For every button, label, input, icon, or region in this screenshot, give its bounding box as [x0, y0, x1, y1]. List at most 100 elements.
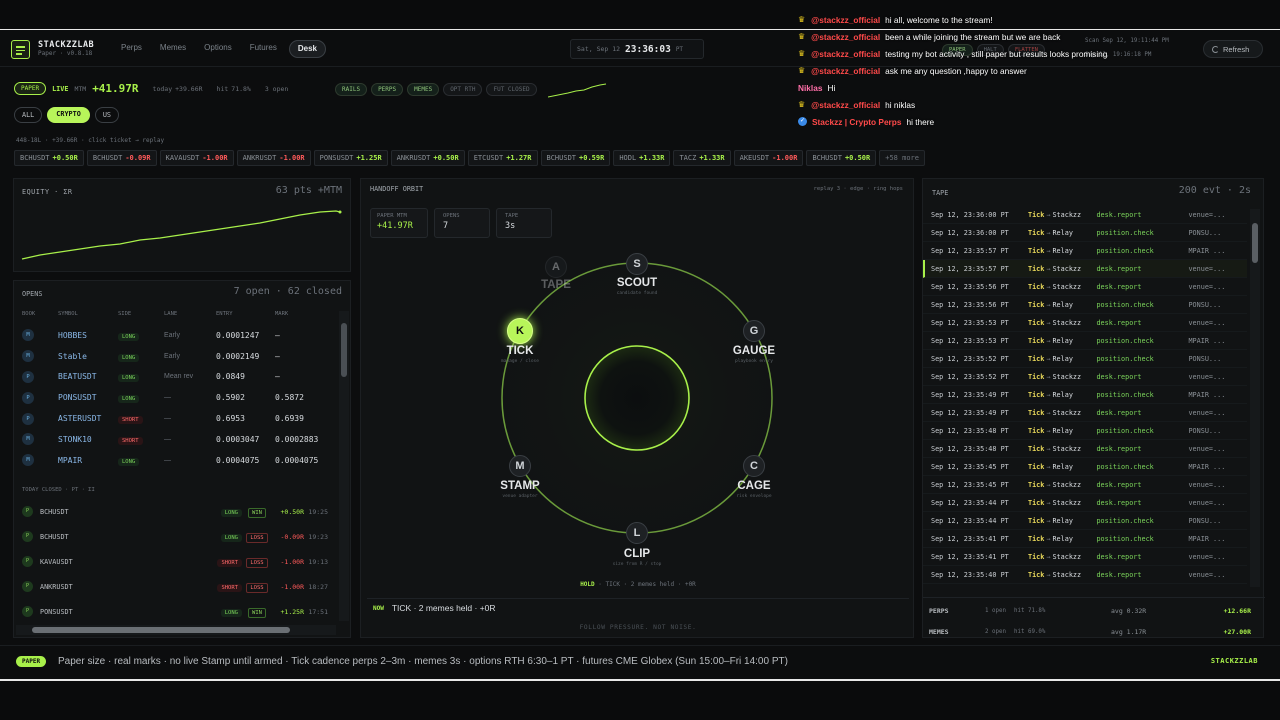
tape-row[interactable]: Sep 12, 23:35:48 PT Tick → Stackzz desk.repo… — [923, 440, 1247, 458]
closed-symbol: KAVAUSDT — [40, 557, 73, 566]
chat-username[interactable]: @stackzz_official — [811, 15, 880, 25]
tab-options[interactable]: Options — [198, 40, 238, 58]
ticker-chip[interactable]: BCHUSDT +0.50R — [14, 150, 84, 166]
row-symbol[interactable]: Stable — [58, 352, 118, 361]
tape-scrollbar[interactable] — [1250, 209, 1260, 587]
tape-row[interactable]: Sep 12, 23:35:53 PT Tick → Stackzz desk.repo… — [923, 314, 1247, 332]
tape-row[interactable]: Sep 12, 23:35:56 PT Tick → Stackzz desk.repo… — [923, 278, 1247, 296]
closed-row[interactable]: P KAVAUSDT SHORT LOSS -1.00R 19:13 — [22, 549, 338, 574]
tape-row[interactable]: Sep 12, 23:35:57 PT Tick → Stackzz desk.repo… — [923, 260, 1247, 278]
tab-perps[interactable]: Perps — [115, 40, 148, 58]
table-row[interactable]: M Stable LONG Early 0.0002149 — — [22, 346, 342, 367]
table-row[interactable]: M STONK10 SHORT — 0.0003047 0.0002883 — [22, 429, 342, 450]
table-row[interactable]: M MPAIR LONG — 0.0004075 0.0004075 — [22, 450, 342, 471]
chat-text: been a while joining the stream but we a… — [885, 31, 1061, 42]
table-row[interactable]: M HOBBES LONG Early 0.0001247 — — [22, 325, 342, 346]
row-symbol[interactable]: HOBBES — [58, 331, 118, 340]
tape-row[interactable]: Sep 12, 23:35:52 PT Tick → Stackzz desk.repo… — [923, 368, 1247, 386]
node-cage[interactable]: C — [743, 455, 765, 477]
filter-all[interactable]: ALL — [14, 107, 43, 123]
closed-row[interactable]: P BCHUSDT LONG WIN +0.50R 19:25 — [22, 499, 338, 524]
chat-username[interactable]: Niklas — [798, 83, 822, 93]
tab-desk[interactable]: Desk — [288, 40, 326, 58]
tape-row[interactable]: Sep 12, 23:35:41 PT Tick → Stackzz desk.repo… — [923, 548, 1247, 566]
node-gauge[interactable]: G — [743, 320, 765, 342]
table-row[interactable]: P BEATUSDT LONG Mean rev 0.0849 — — [22, 367, 342, 388]
book-letter: P — [22, 506, 33, 517]
filter-crypto[interactable]: CRYPTO — [47, 107, 90, 123]
tape-row[interactable]: Sep 12, 23:35:56 PT Tick → Relay position.ch… — [923, 296, 1247, 314]
tab-memes[interactable]: Memes — [154, 40, 192, 58]
tape-row[interactable]: Sep 12, 23:35:45 PT Tick → Stackzz desk.repo… — [923, 476, 1247, 494]
node-tape[interactable]: A — [545, 256, 567, 278]
filter-us[interactable]: US — [94, 107, 120, 123]
row-symbol[interactable]: STONK10 — [58, 435, 118, 444]
tape-row[interactable]: Sep 12, 23:35:40 PT Tick → Stackzz desk.repo… — [923, 566, 1247, 584]
ticker-chip[interactable]: KAVAUSDT -1.00R — [159, 150, 234, 166]
node-tick[interactable]: K — [507, 318, 533, 344]
node-clip[interactable]: L — [626, 522, 648, 544]
tape-venue: venue=... — [1188, 408, 1226, 417]
tape-row[interactable]: Sep 12, 23:36:00 PT Tick → Relay position.ch… — [923, 224, 1247, 242]
chat-username[interactable]: Stackzz | Crypto Perps — [812, 117, 901, 127]
tape-row[interactable]: Sep 12, 23:35:49 PT Tick → Stackzz desk.repo… — [923, 404, 1247, 422]
side-badge: LONG — [118, 332, 140, 341]
chip-rails[interactable]: RAILS — [335, 83, 368, 96]
tape-row[interactable]: Sep 12, 23:35:49 PT Tick → Relay position.ch… — [923, 386, 1247, 404]
chat-text: hi there — [906, 116, 935, 127]
node-stamp[interactable]: M — [509, 455, 531, 477]
row-symbol[interactable]: BEATUSDT — [58, 372, 118, 381]
node-scout[interactable]: S — [626, 253, 648, 275]
tape-row[interactable]: Sep 12, 23:35:45 PT Tick → Relay position.ch… — [923, 458, 1247, 476]
closed-row[interactable]: P BCHUSDT LONG LOSS -0.09R 19:23 — [22, 524, 338, 549]
row-symbol[interactable]: ASTERUSDT — [58, 414, 118, 423]
tape-row[interactable]: Sep 12, 23:36:00 PT Tick → Stackzz desk.repo… — [923, 206, 1247, 224]
tape-time: Sep 12, 23:35:53 PT — [931, 318, 1009, 327]
tape-time: Sep 12, 23:35:56 PT — [931, 282, 1009, 291]
tape-arrow: → — [1046, 480, 1051, 489]
chat-username[interactable]: @stackzz_official — [811, 66, 880, 76]
chip-memes[interactable]: MEMES — [407, 83, 440, 96]
ticker-chip[interactable]: HODL +1.33R — [613, 150, 671, 166]
tape-row[interactable]: Sep 12, 23:35:53 PT Tick → Relay position.ch… — [923, 332, 1247, 350]
ticker-chip[interactable]: ANKRUSDT -1.00R — [236, 150, 311, 166]
ticker-chip[interactable]: ETCUSDT +1.27R — [467, 150, 538, 166]
chip-opt-rth[interactable]: OPT RTH — [443, 83, 483, 96]
chat-username[interactable]: @stackzz_official — [811, 100, 880, 110]
tab-futures[interactable]: Futures — [244, 40, 283, 58]
brand-name: STACKZZLAB — [38, 40, 95, 50]
tape-time: Sep 12, 23:35:44 PT — [931, 516, 1009, 525]
table-row[interactable]: P PONSUSDT LONG — 0.5902 0.5872 — [22, 387, 342, 408]
row-symbol[interactable]: PONSUSDT — [58, 393, 118, 402]
tape-row[interactable]: Sep 12, 23:35:44 PT Tick → Stackzz desk.repo… — [923, 494, 1247, 512]
row-mark: 0.6939 — [275, 414, 304, 424]
chat-username[interactable]: @stackzz_official — [811, 32, 880, 42]
tape-row[interactable]: Sep 12, 23:35:57 PT Tick → Relay position.ch… — [923, 242, 1247, 260]
tape-arrow: → — [1046, 354, 1051, 363]
ticker-chip[interactable]: ANKRUSDT +0.50R — [390, 150, 465, 166]
ticker-chip[interactable]: TACZ +1.33R — [673, 150, 731, 166]
tape-event: position.check — [1096, 228, 1154, 237]
ticker-chip[interactable]: BCHUSDT +0.59R — [540, 150, 611, 166]
ticker-chip[interactable]: AKEUSDT -1.00R — [733, 150, 804, 166]
chip-fut-closed[interactable]: FUT CLOSED — [486, 83, 537, 96]
row-symbol[interactable]: MPAIR — [58, 456, 118, 465]
tape-row[interactable]: Sep 12, 23:35:41 PT Tick → Relay position.ch… — [923, 530, 1247, 548]
opens-scrollbar-h[interactable] — [16, 625, 336, 635]
closed-row[interactable]: P PONSUSDT LONG WIN +1.25R 17:51 — [22, 599, 338, 624]
opens-scrollbar-v[interactable] — [339, 311, 349, 621]
chip-perps[interactable]: PERPS — [371, 83, 404, 96]
ticker-chip[interactable]: BCHUSDT +0.50R — [806, 150, 877, 166]
chat-username[interactable]: @stackzz_official — [811, 49, 880, 59]
ticker-more[interactable]: +58 more — [879, 150, 925, 166]
table-row[interactable]: P ASTERUSDT SHORT — 0.6953 0.6939 — [22, 408, 342, 429]
tape-row[interactable]: Sep 12, 23:35:44 PT Tick → Relay position.ch… — [923, 512, 1247, 530]
menu-icon[interactable] — [11, 40, 30, 59]
closed-row[interactable]: P ANKRUSDT SHORT LOSS -1.00R 18:27 — [22, 574, 338, 599]
tape-row[interactable]: Sep 12, 23:35:48 PT Tick → Relay position.ch… — [923, 422, 1247, 440]
side-badge: LONG — [118, 395, 140, 404]
ticker-chip[interactable]: BCHUSDT -0.09R — [86, 150, 157, 166]
tape-venue: PONSU... — [1188, 354, 1222, 363]
ticker-chip[interactable]: PONSUSDT +1.25R — [313, 150, 388, 166]
tape-row[interactable]: Sep 12, 23:35:52 PT Tick → Relay position.ch… — [923, 350, 1247, 368]
